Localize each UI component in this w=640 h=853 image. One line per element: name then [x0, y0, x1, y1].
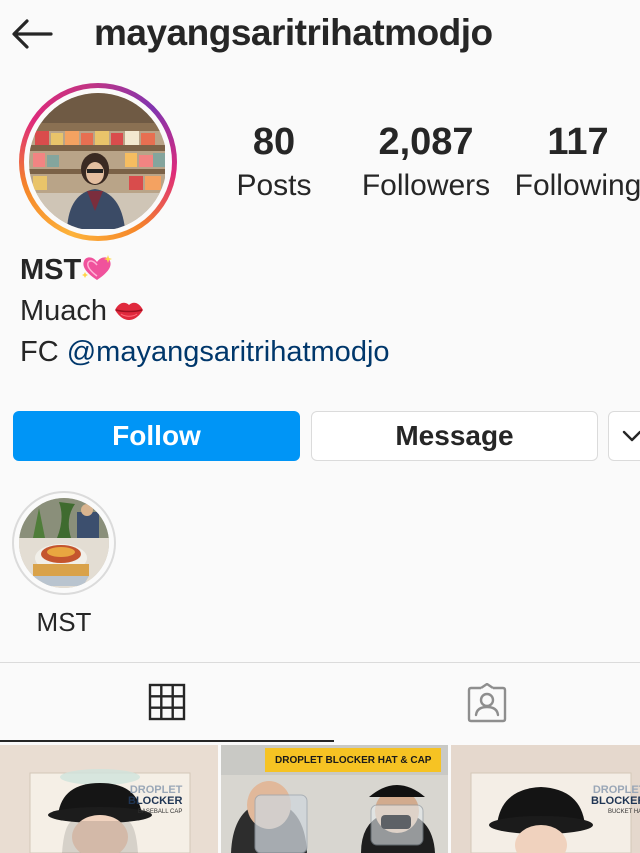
chevron-down-icon	[622, 430, 640, 442]
followers-stat[interactable]: 2,087 Followers	[356, 118, 496, 206]
following-stat[interactable]: 117 Following	[508, 118, 640, 206]
lips-icon	[115, 302, 144, 320]
arrow-left-icon	[12, 19, 53, 49]
bio-mention-link[interactable]: @mayangsaritrihatmodjo	[67, 336, 390, 368]
posts-grid: DROPLET BLOCKER BASEBALL CAP DROPLET BLO…	[0, 745, 640, 853]
story-highlight[interactable]: MST	[12, 491, 116, 637]
follow-button[interactable]: Follow	[13, 411, 300, 461]
back-button[interactable]	[10, 14, 54, 54]
message-button[interactable]: Message	[311, 411, 598, 461]
bio-name-line: MST	[20, 250, 620, 291]
highlight-cover	[19, 498, 109, 588]
posts-stat[interactable]: 80 Posts	[224, 118, 324, 206]
profile-username: mayangsaritrihatmodjo	[94, 12, 493, 53]
profile-tabs	[0, 662, 640, 742]
post-image	[0, 745, 218, 853]
bio-name: MST	[20, 254, 82, 286]
following-label: Following	[514, 169, 640, 202]
post-brand-text: DROPLET BLOCKER BASEBALL CAP	[128, 784, 183, 816]
posts-label: Posts	[236, 169, 312, 202]
tagged-person-icon	[467, 682, 507, 722]
tab-posts-grid[interactable]	[0, 663, 334, 742]
bio-line-3: FC @mayangsaritrihatmodjo	[20, 332, 620, 373]
suggested-accounts-button[interactable]	[608, 411, 640, 461]
profile-avatar[interactable]	[19, 83, 177, 241]
profile-bio: MST Muach FC @mayangsaritrihatmodjo	[20, 250, 620, 373]
post-thumbnail[interactable]: DROPLET BLOCKER BUCKET HAT	[451, 745, 640, 853]
post-brand-text: DROPLET BLOCKER BUCKET HAT	[591, 784, 640, 816]
bio-line-3-prefix: FC	[20, 336, 67, 368]
post-thumbnail[interactable]: DROPLET BLOCKER HAT & CAP	[221, 745, 448, 853]
followers-label: Followers	[361, 169, 491, 202]
post-banner: DROPLET BLOCKER HAT & CAP	[265, 748, 442, 772]
grid-icon	[148, 683, 186, 720]
avatar-photo	[29, 93, 167, 231]
posts-count: 80	[252, 121, 296, 163]
followers-count: 2,087	[378, 121, 474, 163]
bio-line-2: Muach	[20, 291, 620, 332]
sparkling-heart-icon	[82, 255, 113, 280]
post-thumbnail[interactable]: DROPLET BLOCKER BASEBALL CAP	[0, 745, 218, 853]
highlight-label: MST	[36, 607, 92, 637]
profile-header: mayangsaritrihatmodjo	[0, 0, 640, 72]
tab-tagged[interactable]	[334, 663, 640, 742]
bio-line-2-text: Muach	[20, 295, 108, 327]
following-count: 117	[547, 121, 609, 163]
